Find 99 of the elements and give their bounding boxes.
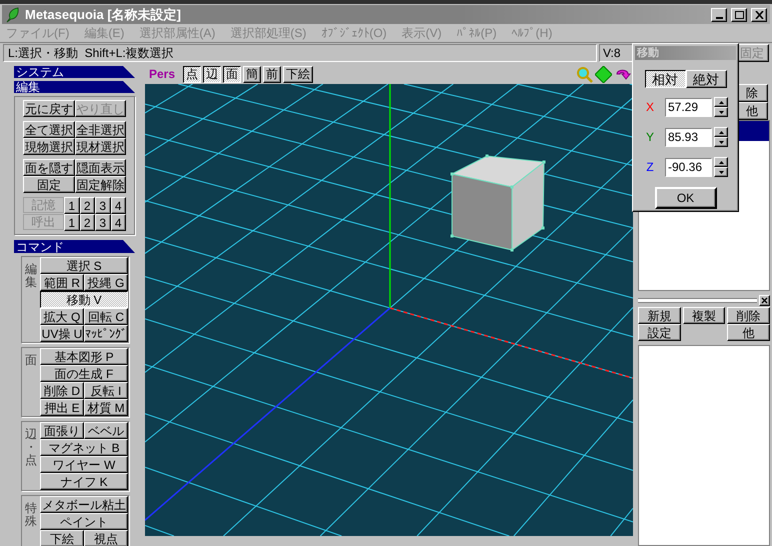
mode-tab[interactable]: 絶対 (686, 70, 726, 88)
dialog-title: 移動 (637, 48, 659, 58)
window-title: Metasequoia [名称未設定] (25, 8, 182, 21)
material-button[interactable]: 他 (727, 324, 770, 341)
maximize-button[interactable] (731, 8, 747, 22)
down-arrow-icon (718, 170, 724, 174)
command-button[interactable]: ワイヤー W (40, 456, 128, 473)
edit-button[interactable]: 固定 (23, 176, 74, 193)
command-button[interactable]: 材質 M (84, 399, 128, 416)
edit-button[interactable]: 隠面表示 (74, 159, 126, 176)
memory-slot-button[interactable]: 4 (110, 197, 126, 214)
memory-slot-button[interactable]: 2 (80, 214, 95, 231)
group-label: 編集 (25, 263, 37, 292)
command-button[interactable]: ナイフ K (40, 473, 128, 490)
panel-header[interactable]: コマンド (14, 240, 135, 253)
command-button[interactable]: 投縄 G (84, 274, 128, 291)
spin-down-button[interactable] (714, 107, 728, 117)
command-button[interactable]: 視点 (84, 530, 128, 546)
command-button[interactable]: ペイント (40, 513, 128, 530)
command-button[interactable]: 拡大 Q (40, 308, 84, 325)
view-toggle-button[interactable]: 面 (223, 66, 242, 82)
memory-slot-button[interactable]: 1 (64, 214, 80, 231)
object-button[interactable]: 除 (736, 84, 768, 102)
panel-header[interactable]: 編集 (14, 81, 135, 93)
up-arrow-icon (718, 160, 724, 164)
axis-label: Z (645, 161, 655, 173)
view-toggle-button[interactable]: 下絵 (283, 66, 314, 82)
edit-button[interactable]: 現材選択 (74, 138, 126, 155)
mode-tab[interactable]: 相対 (644, 70, 686, 88)
view-toggle-button[interactable]: 前 (263, 66, 282, 82)
up-arrow-icon (718, 100, 724, 104)
group-label: 特殊 (25, 502, 37, 530)
spin-up-button[interactable] (714, 127, 728, 137)
spin-up-button[interactable] (714, 157, 728, 167)
ok-button[interactable]: OK (654, 187, 716, 209)
command-button[interactable]: メタボール粘土 (40, 496, 128, 513)
command-button[interactable]: 削除 D (40, 382, 84, 399)
view-toggle-button[interactable]: 点 (183, 66, 202, 82)
spin-up-button[interactable] (714, 97, 728, 107)
command-button[interactable]: 面張り (40, 422, 84, 439)
axis-label: X (644, 101, 655, 113)
edit-button[interactable]: 固定解除 (74, 176, 126, 193)
memory-slot-button[interactable]: 2 (80, 197, 95, 214)
spin-down-button[interactable] (714, 167, 728, 177)
down-arrow-icon (718, 110, 724, 114)
edit-button[interactable]: 面を隠す (23, 159, 74, 176)
down-arrow-icon (718, 140, 724, 144)
up-arrow-icon (718, 130, 724, 134)
command-button[interactable]: 基本図形 P (40, 348, 128, 365)
command-button[interactable]: 押出 E (40, 399, 84, 416)
command-button[interactable]: 移動 V (40, 291, 128, 308)
maximize-icon (734, 10, 744, 18)
cube-drawing[interactable] (450, 154, 546, 252)
memory-label: 記憶 (23, 197, 64, 213)
memory-slot-button[interactable]: 4 (110, 214, 126, 231)
edit-button[interactable]: 全て選択 (23, 121, 74, 138)
close-icon (761, 296, 768, 304)
coordinate-field[interactable]: -90.36 (665, 158, 712, 176)
view-toggle-button[interactable]: 辺 (203, 66, 222, 82)
memory-slot-button[interactable]: 3 (95, 197, 110, 214)
group-label: 面 (25, 354, 37, 369)
command-button[interactable]: 下絵 (40, 530, 84, 546)
command-button[interactable]: マグネット B (40, 439, 128, 456)
material-button[interactable]: 複製 (682, 307, 726, 324)
material-button[interactable]: 新規 (638, 307, 681, 324)
memory-slot-button[interactable]: 1 (64, 197, 80, 214)
material-button[interactable]: 削除 (727, 307, 770, 324)
memory-label: 呼出 (23, 214, 64, 230)
command-button[interactable]: 範囲 R (40, 274, 84, 291)
command-button[interactable]: UV操 U (40, 325, 84, 342)
spin-down-button[interactable] (714, 137, 728, 147)
close-icon (754, 10, 764, 18)
command-button[interactable]: 回転 C (84, 308, 128, 325)
edit-button[interactable]: 元に戻す (23, 100, 74, 117)
command-button[interactable]: ベベル (84, 422, 128, 439)
minimize-button[interactable] (711, 8, 727, 22)
leaf-icon (5, 6, 21, 22)
close-button[interactable] (751, 8, 767, 22)
edit-button[interactable]: 全非選択 (74, 121, 126, 138)
minimize-icon (716, 16, 722, 18)
memory-slot-button[interactable]: 3 (95, 214, 110, 231)
panel-close-button[interactable] (759, 294, 770, 306)
coordinate-field[interactable]: 57.29 (665, 98, 712, 116)
command-button[interactable]: 反転 I (84, 382, 128, 399)
panel-grip[interactable] (638, 298, 757, 302)
coordinate-field[interactable]: 85.93 (665, 128, 712, 146)
command-button[interactable]: ﾏｯﾋﾟﾝｸﾞ (84, 325, 128, 342)
view-toggle-button[interactable]: 簡 (243, 66, 262, 82)
group-label: 辺・点 (25, 428, 37, 470)
edit-button[interactable]: 現物選択 (23, 138, 74, 155)
3d-viewport[interactable] (145, 84, 633, 536)
status-hint: L:選択・移動 Shift+L:複数選択 (3, 44, 597, 62)
command-button[interactable]: 選択 S (40, 257, 128, 274)
axis-label: Y (644, 131, 655, 143)
panel-header[interactable]: システム (14, 66, 135, 78)
object-button[interactable]: 他 (736, 102, 768, 120)
projection-label[interactable]: Pers (149, 68, 176, 80)
command-button[interactable]: 面の生成 F (40, 365, 128, 382)
material-button[interactable]: 設定 (638, 324, 681, 341)
